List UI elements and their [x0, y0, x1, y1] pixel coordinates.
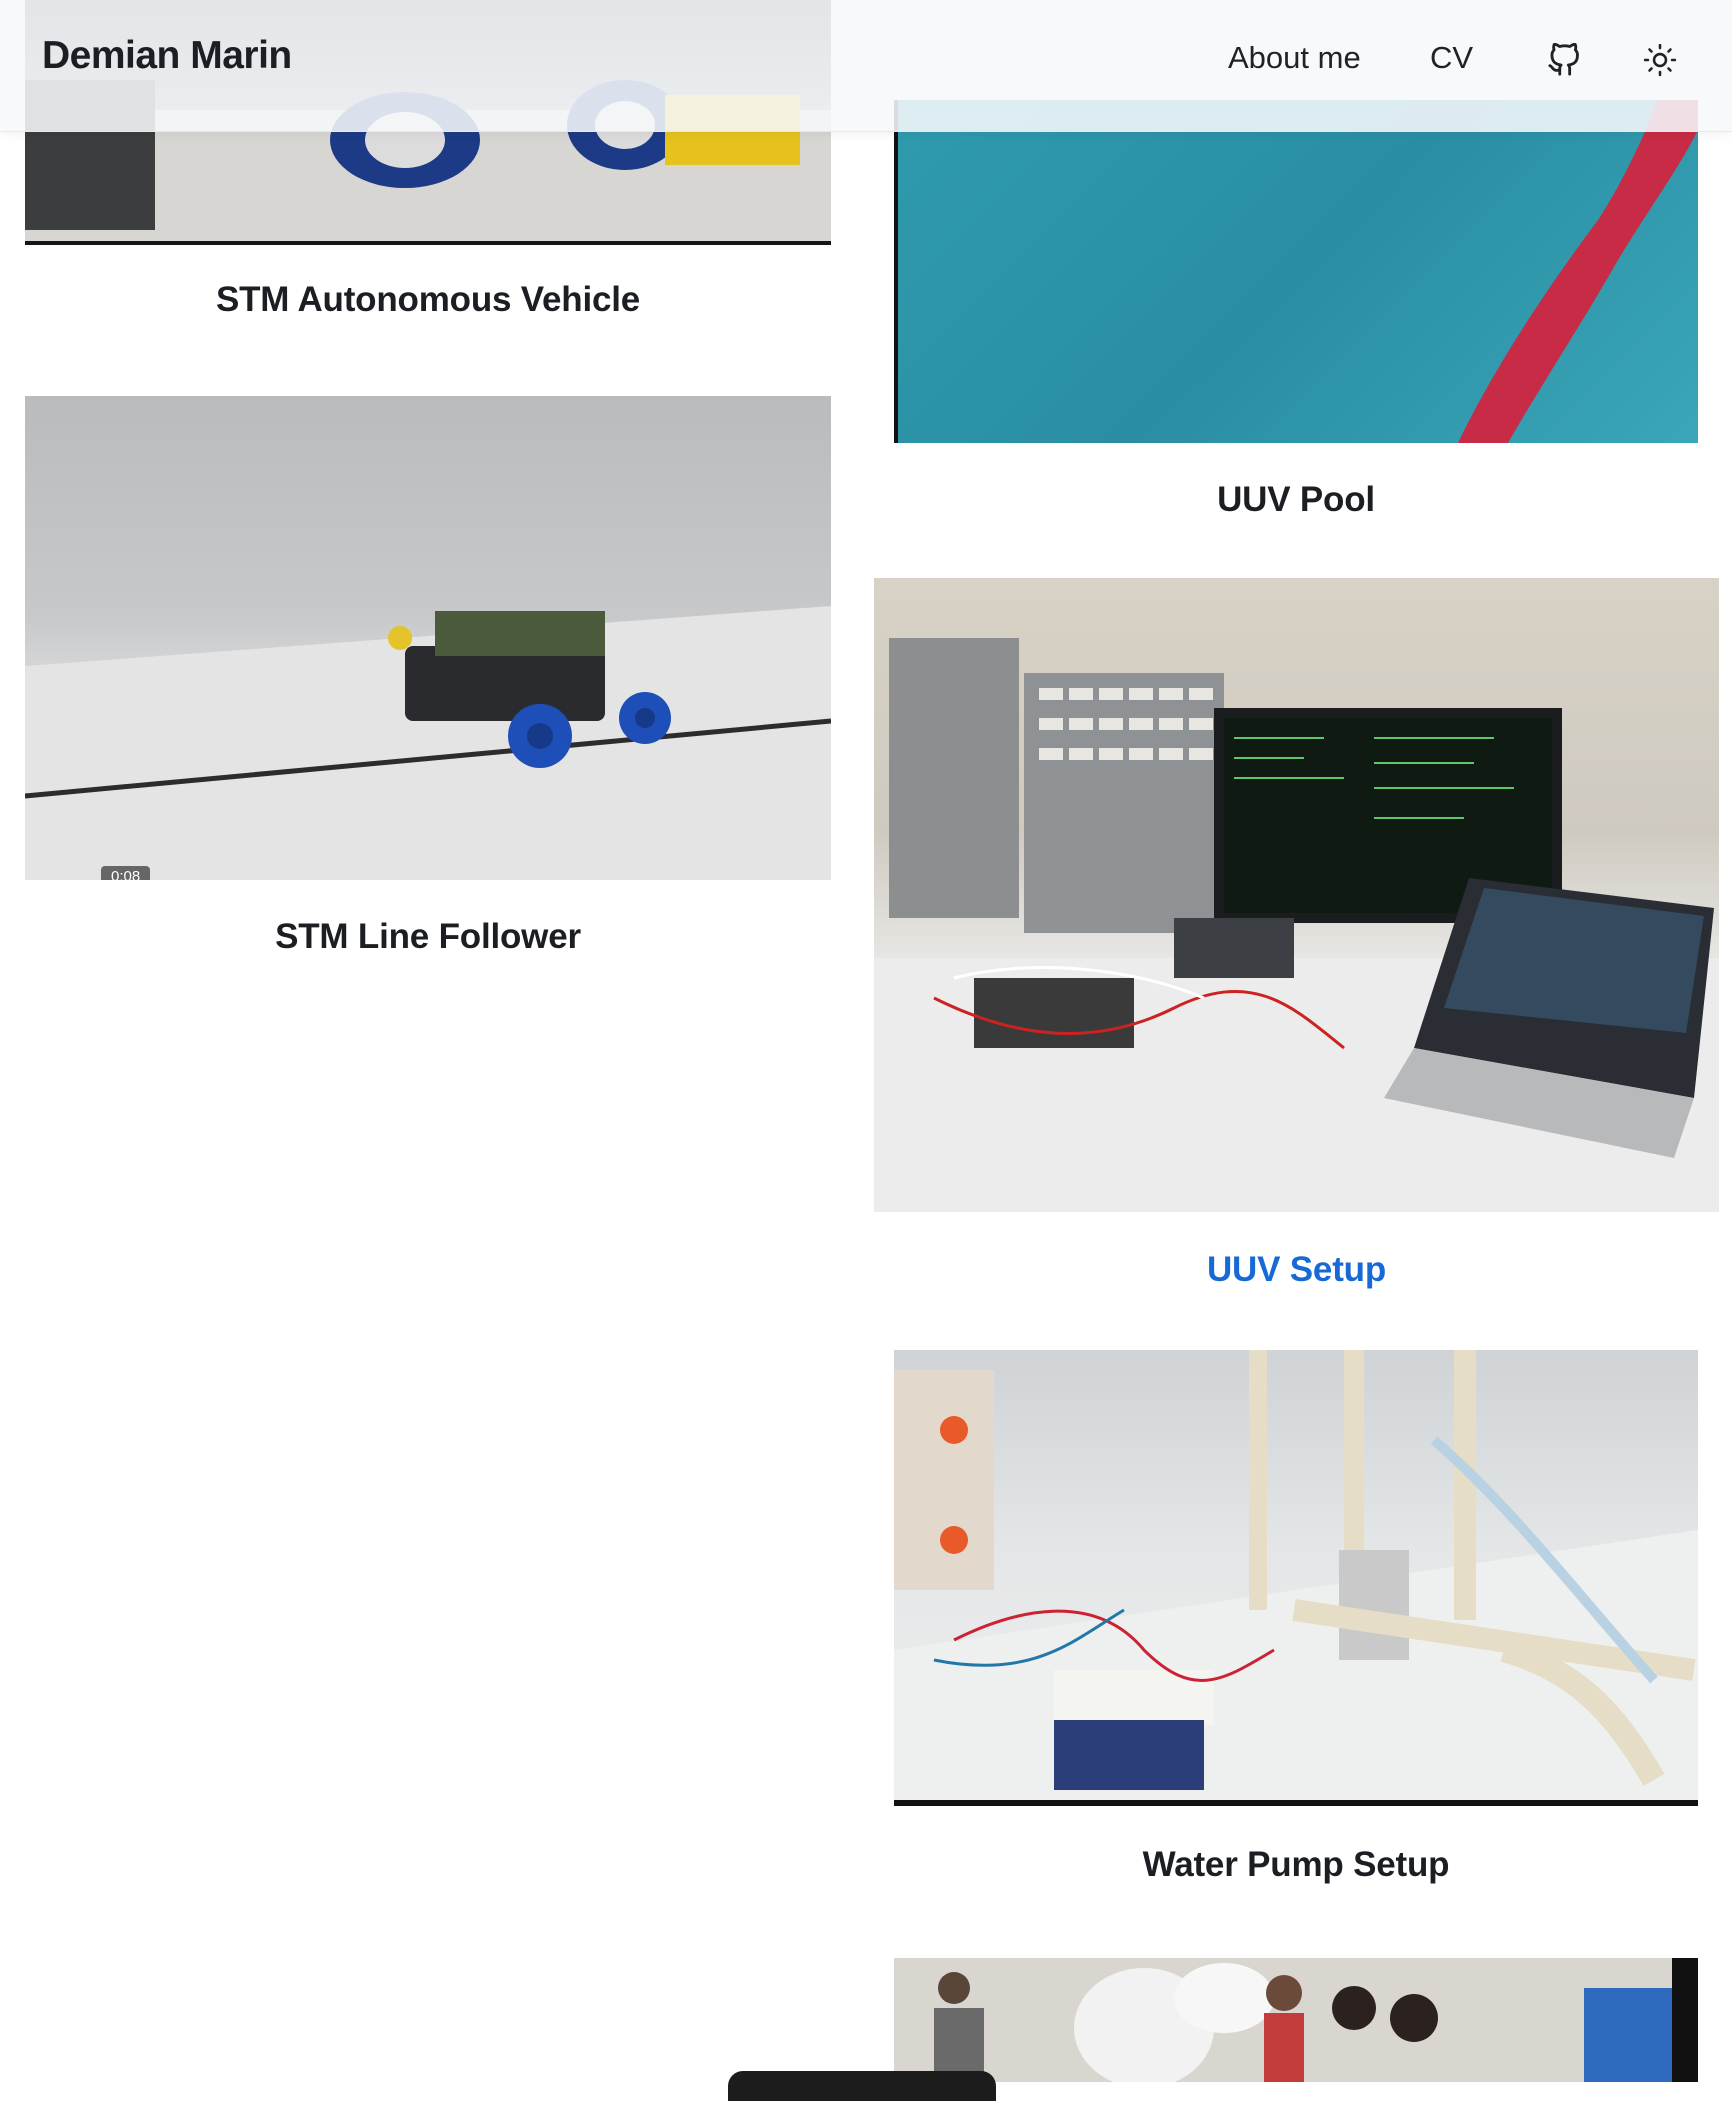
floating-toolbar[interactable] — [728, 2071, 996, 2101]
project-title: STM Autonomous Vehicle — [215, 280, 641, 319]
uuv-setup-image[interactable] — [874, 578, 1719, 1212]
nav-cv[interactable]: CV — [1430, 40, 1473, 76]
stm-line-follower-video[interactable]: 0:08 — [25, 396, 831, 880]
water-pump-setup-video[interactable] — [894, 1350, 1698, 1806]
project-title: STM Line Follower — [275, 917, 581, 956]
github-icon[interactable] — [1544, 40, 1584, 80]
video-duration: 0:08 — [101, 866, 151, 880]
uuv-pool-video[interactable] — [894, 100, 1698, 443]
project-title: UUV Pool — [1217, 480, 1375, 519]
site-title[interactable]: Demian Marin — [42, 34, 292, 78]
robot-arm-video[interactable] — [894, 1958, 1698, 2082]
sun-icon[interactable] — [1640, 40, 1680, 80]
site-header: Demian Marin About me CV — [0, 0, 1732, 132]
project-title-link[interactable]: UUV Setup — [874, 1250, 1719, 1290]
nav-about-me[interactable]: About me — [1228, 40, 1361, 76]
project-title: Water Pump Setup — [1142, 1845, 1450, 1884]
